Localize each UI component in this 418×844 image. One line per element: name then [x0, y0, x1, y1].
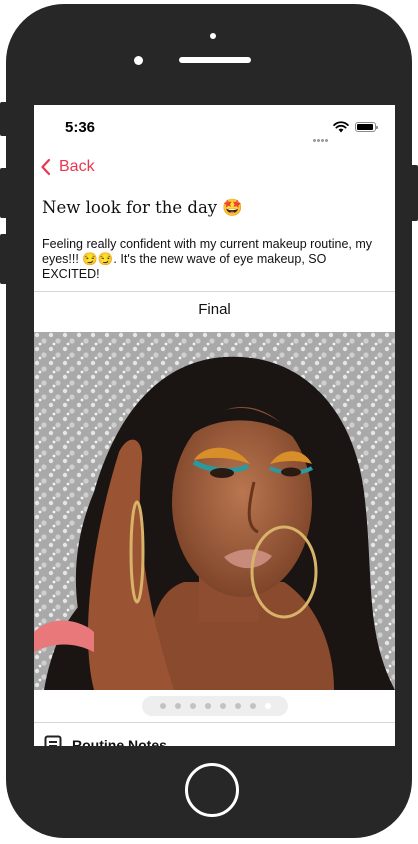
phone-frame: 5:36 Back New look for the day 🤩 Feeling… [6, 4, 412, 838]
mute-switch [0, 102, 8, 136]
page-dot[interactable] [264, 703, 271, 709]
notes-icon [44, 735, 62, 746]
makeup-look-photo[interactable] [34, 332, 395, 690]
power-button [410, 165, 418, 221]
status-bar: 5:36 [34, 105, 395, 145]
page-dot[interactable] [189, 703, 196, 709]
chevron-left-icon [41, 158, 51, 176]
gallery-section-label: Final [198, 301, 231, 318]
front-camera [134, 56, 143, 65]
post-title: New look for the day 🤩 [42, 198, 243, 217]
page-dot[interactable] [159, 703, 166, 709]
app-screen: 5:36 Back New look for the day 🤩 Feeling… [34, 105, 395, 746]
page-dot[interactable] [174, 703, 181, 709]
post-description: Feeling really confident with my current… [42, 237, 373, 281]
page-dot[interactable] [204, 703, 211, 709]
routine-notes-row[interactable]: Routine Notes [44, 735, 167, 746]
home-button[interactable] [185, 763, 239, 817]
gallery-page-indicator[interactable] [142, 696, 288, 716]
back-button[interactable]: Back [40, 155, 95, 179]
page-dot[interactable] [219, 703, 226, 709]
cellular-signal-icon [313, 129, 331, 142]
earpiece-speaker [179, 57, 251, 63]
battery-icon [355, 122, 378, 132]
volume-down-button [0, 234, 8, 284]
wifi-icon [333, 121, 349, 133]
back-label: Back [59, 158, 95, 175]
portrait-image [34, 332, 395, 690]
routine-notes-label: Routine Notes [72, 737, 167, 746]
front-sensor [210, 33, 216, 39]
page-dot[interactable] [234, 703, 241, 709]
divider [34, 291, 395, 292]
page-dot[interactable] [249, 703, 256, 709]
divider [34, 722, 395, 723]
status-time: 5:36 [65, 119, 96, 136]
volume-up-button [0, 168, 8, 218]
